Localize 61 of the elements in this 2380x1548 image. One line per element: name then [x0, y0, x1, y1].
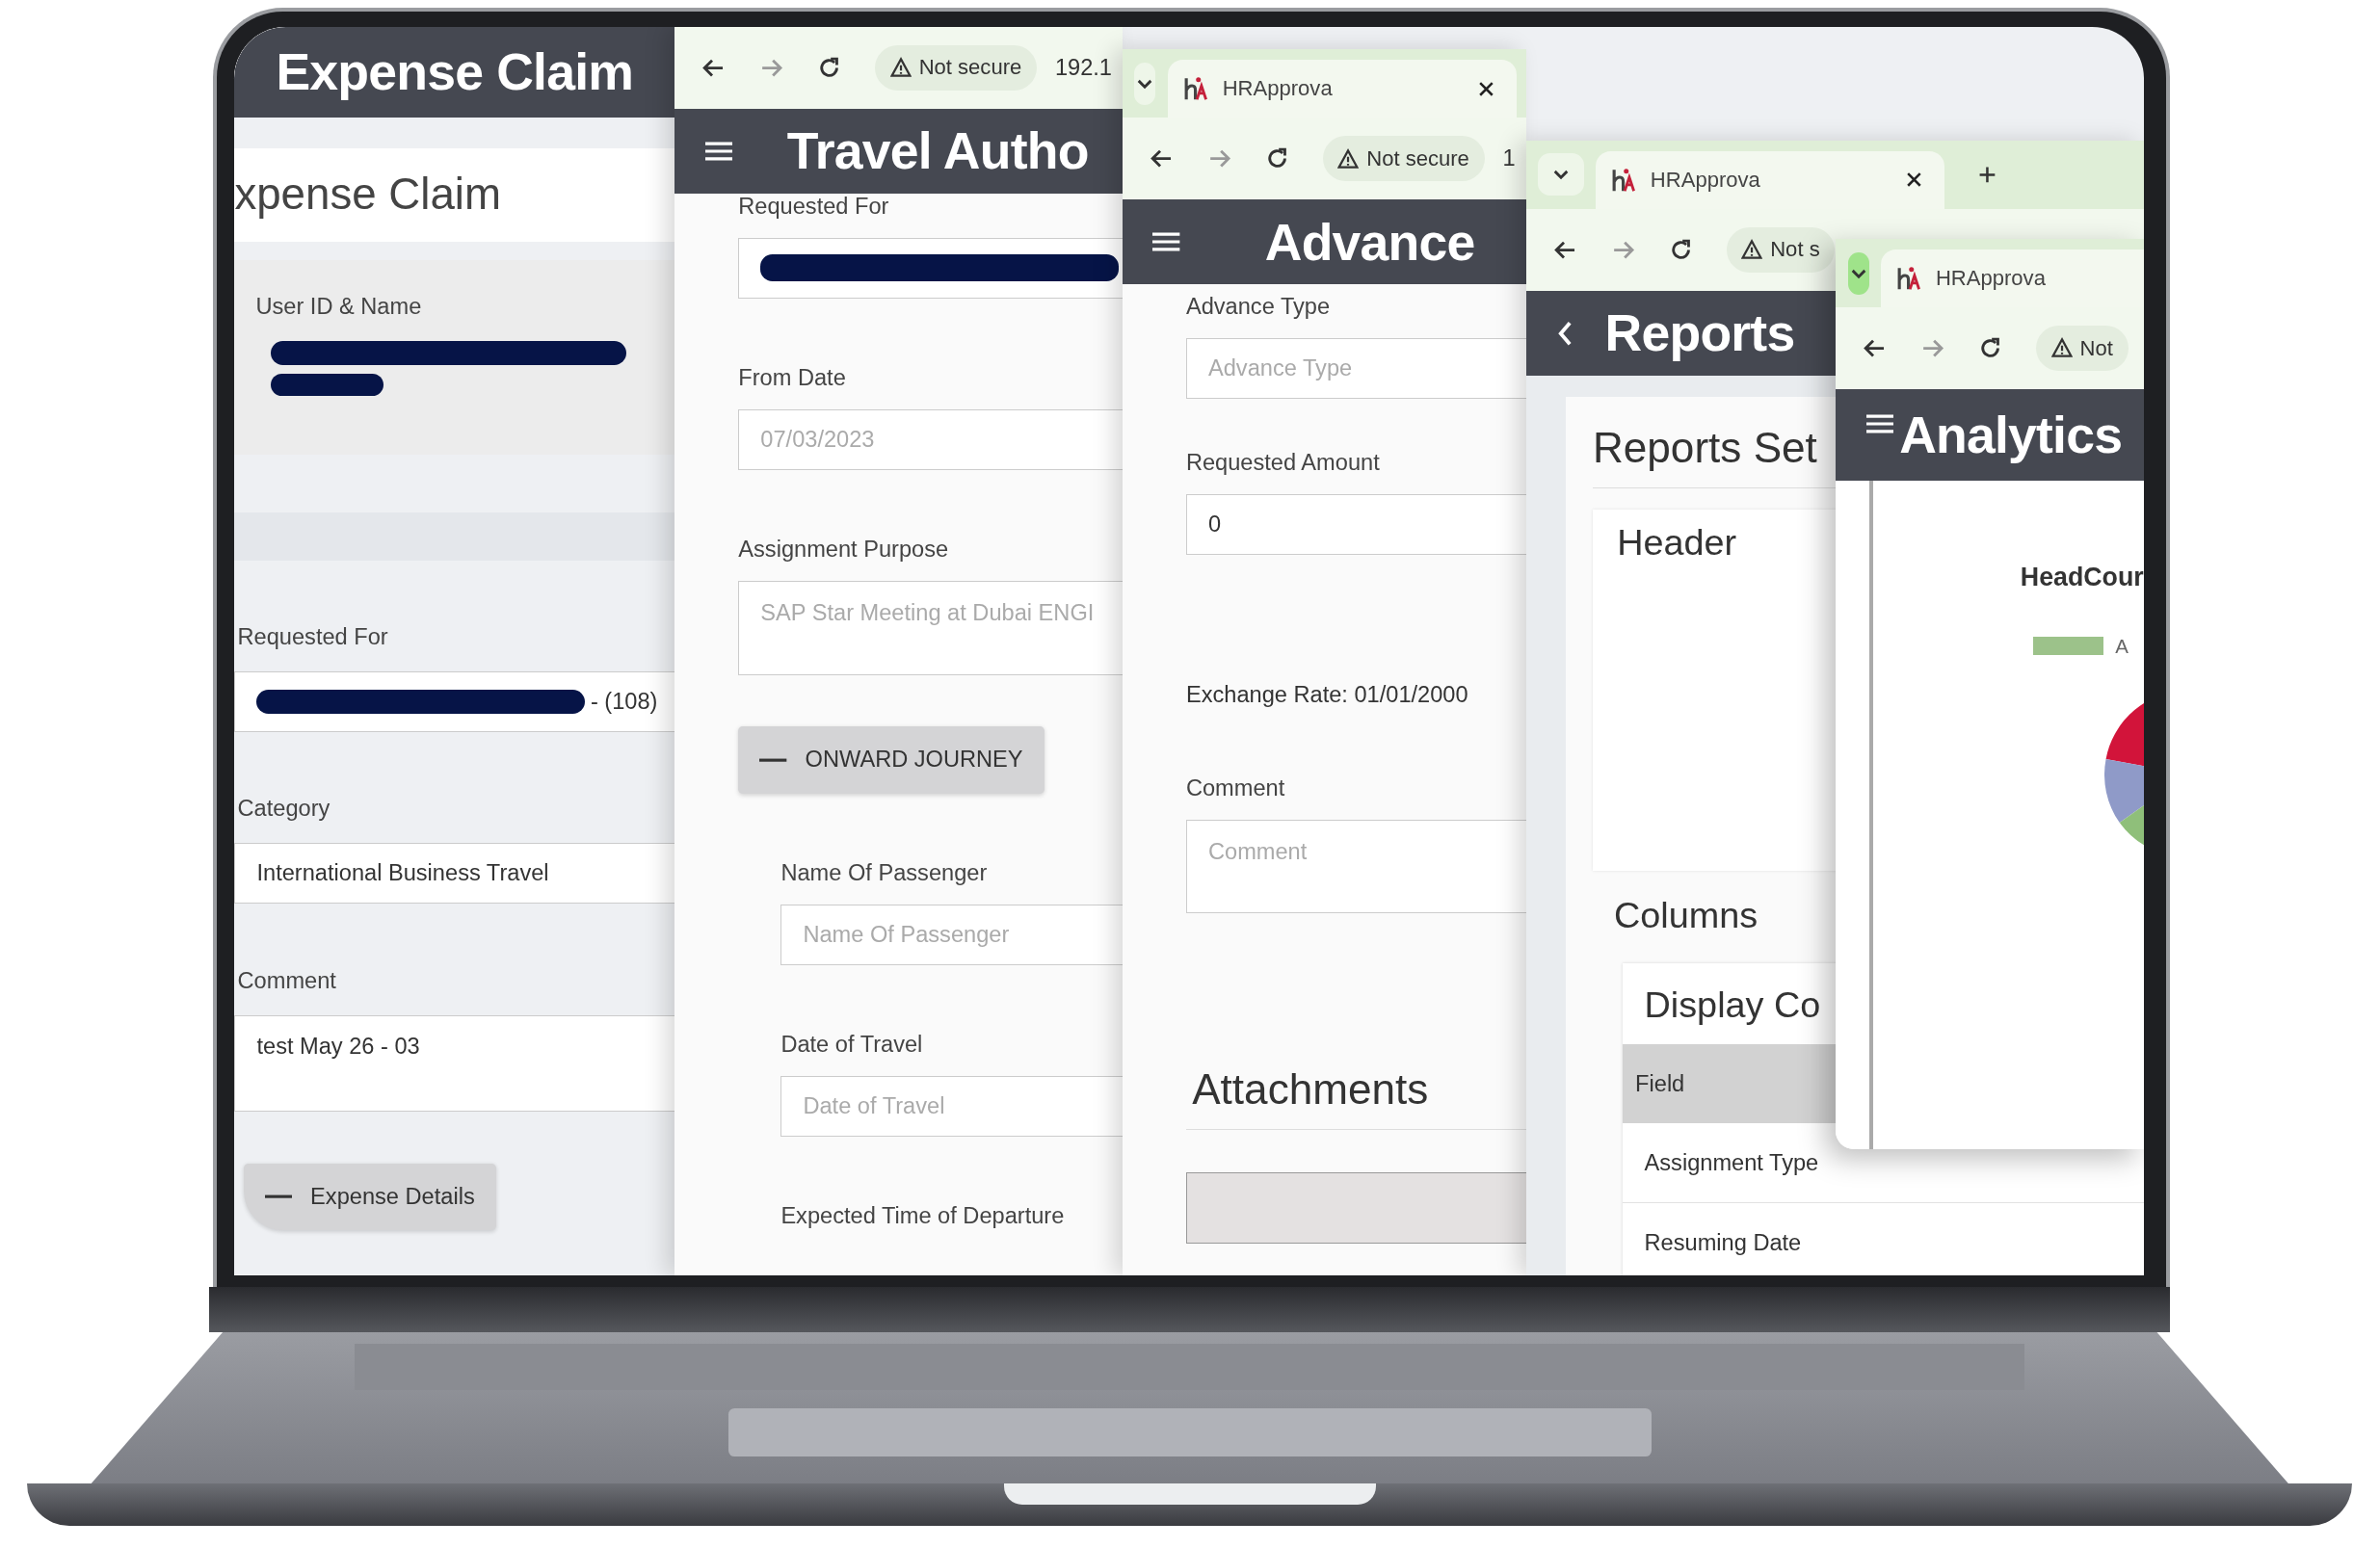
section-title: Attachments: [1185, 1064, 1526, 1130]
menu-icon[interactable]: [1152, 231, 1180, 253]
menu-icon[interactable]: [1865, 413, 1893, 435]
section-title: Columns: [1614, 895, 1759, 937]
input-field[interactable]: - (108): [234, 671, 675, 733]
attachment-box[interactable]: [1185, 1171, 1526, 1245]
tab-title: HRApprova: [1650, 167, 1761, 193]
card-title: Display Co: [1643, 984, 1822, 1028]
security-chip[interactable]: Not: [2035, 325, 2129, 372]
exchange-rate-text: Exchange Rate: 01/01/2000: [1185, 682, 1469, 709]
input-field[interactable]: 0: [1185, 494, 1526, 556]
page-title: xpense Claim: [234, 147, 675, 243]
tab-title: HRApprova: [1935, 266, 2047, 292]
input-field[interactable]: International Business Travel: [234, 843, 675, 905]
menu-icon[interactable]: [704, 140, 732, 162]
security-chip[interactable]: Not secure: [1322, 136, 1485, 182]
field-label: Expected Time of Departure: [780, 1203, 1066, 1230]
warning-icon: [1337, 147, 1360, 170]
page-banner-title: Advance: [1264, 212, 1475, 272]
field-label: User ID & Name: [254, 293, 423, 320]
minus-icon: [264, 1194, 293, 1200]
field-label: Requested For: [738, 193, 890, 220]
warning-icon: [2050, 337, 2073, 359]
legend-label: A: [2115, 634, 2129, 658]
table-cell-text: Assignment Type: [1643, 1149, 1819, 1176]
address-text[interactable]: 1: [1502, 145, 1516, 172]
browser-tab[interactable]: HRApprova: [1881, 249, 2144, 307]
security-chip[interactable]: Not s: [1726, 226, 1836, 273]
field-label: Comment: [236, 967, 337, 994]
field-label: Date of Travel: [780, 1032, 924, 1059]
browser-tab[interactable]: HRApprova: [1596, 150, 1945, 209]
field-label: Requested For: [236, 624, 389, 651]
plus-icon[interactable]: [1978, 165, 1997, 184]
field-label: Assignment Purpose: [738, 537, 950, 564]
table-cell-text: Resuming Date: [1643, 1229, 1802, 1256]
tab-search-button[interactable]: [1847, 251, 1869, 295]
browser-tab[interactable]: HRApprova: [1168, 60, 1518, 118]
minus-icon: [759, 756, 787, 764]
field-label: Category: [236, 796, 331, 823]
chart-title: HeadCour: [2020, 562, 2144, 592]
section-toggle-button[interactable]: ONWARD JOURNEY: [738, 726, 1045, 794]
warning-icon: [889, 57, 912, 79]
field-label: From Date: [738, 365, 847, 392]
field-label: Requested Amount: [1185, 450, 1381, 477]
column-header: Field: [1634, 1070, 1685, 1097]
address-text[interactable]: 192.1: [1054, 54, 1112, 81]
field-label: Comment: [1185, 774, 1286, 801]
page-banner-title: Travel Autho: [786, 121, 1089, 181]
security-chip[interactable]: Not secure: [874, 44, 1037, 91]
tab-search-button[interactable]: [1538, 153, 1584, 197]
tab-search-button[interactable]: [1134, 62, 1156, 105]
section-toggle-button[interactable]: Expense Details: [243, 1163, 496, 1231]
tab-title: HRApprova: [1222, 76, 1334, 102]
field-label: Name Of Passenger: [780, 859, 989, 886]
text-area[interactable]: test May 26 - 03: [234, 1014, 675, 1113]
field-label: Advance Type: [1185, 293, 1332, 320]
warning-icon: [1741, 239, 1763, 261]
page-banner-title: Expense Claim: [276, 42, 634, 102]
input-field[interactable]: [738, 237, 1123, 299]
card-title: Header: [1617, 521, 1738, 564]
page-banner-title: Reports: [1604, 303, 1795, 363]
